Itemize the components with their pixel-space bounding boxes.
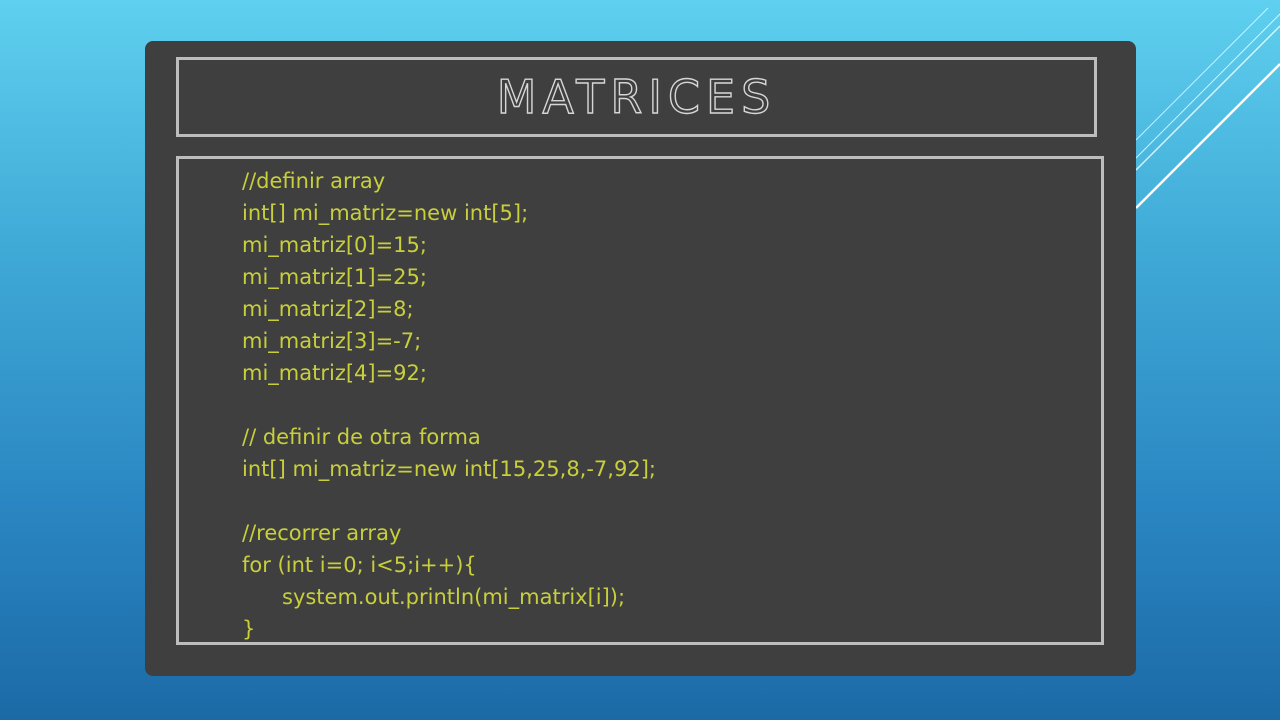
- chalkboard: MATRICES //definir array int[] mi_matriz…: [145, 41, 1136, 676]
- code-line: // definir de otra forma: [242, 425, 481, 449]
- code-block: //definir array int[] mi_matriz=new int[…: [242, 165, 656, 645]
- code-line: }: [242, 617, 256, 641]
- code-line-indented: system.out.println(mi_matrix[i]);: [282, 585, 626, 609]
- code-line: mi_matriz[3]=-7;: [242, 329, 422, 353]
- code-line: mi_matriz[1]=25;: [242, 265, 427, 289]
- slide: MATRICES //definir array int[] mi_matriz…: [0, 0, 1280, 720]
- code-line: int[] mi_matriz=new int[15,25,8,-7,92];: [242, 457, 656, 481]
- deco-line-4: [1135, 7, 1269, 141]
- deco-line-2: [1135, 25, 1280, 171]
- code-line: int[] mi_matriz=new int[5];: [242, 201, 529, 225]
- code-line: //definir array: [242, 169, 386, 193]
- code-line: mi_matriz[0]=15;: [242, 233, 427, 257]
- code-line: for (int i=0; i<5;i++){: [242, 553, 477, 577]
- code-frame: //definir array int[] mi_matriz=new int[…: [176, 156, 1104, 645]
- code-line: mi_matriz[2]=8;: [242, 297, 414, 321]
- slide-title: MATRICES: [496, 70, 777, 124]
- code-line: mi_matriz[4]=92;: [242, 361, 427, 385]
- title-frame: MATRICES: [176, 57, 1097, 137]
- code-line: //recorrer array: [242, 521, 402, 545]
